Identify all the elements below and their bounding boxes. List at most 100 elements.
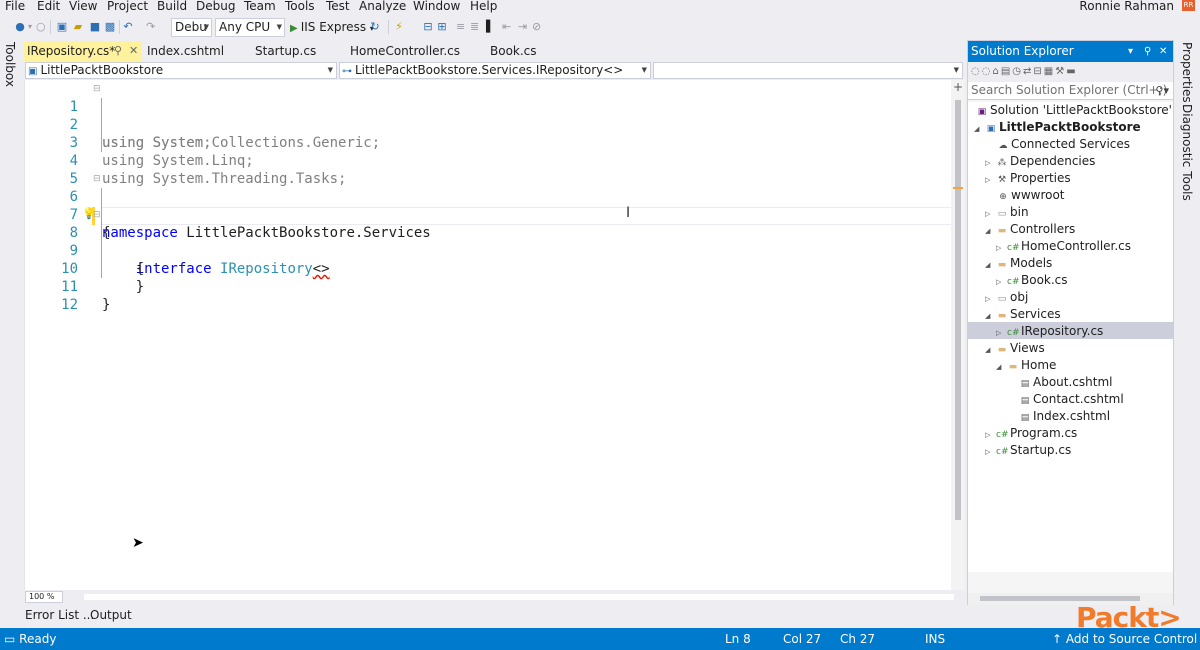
bookmark-next-icon[interactable]: ⇥	[518, 19, 527, 35]
bookmark-prev-icon[interactable]: ⇤	[502, 19, 511, 35]
platform-dropdown[interactable]: Any CPU ▼	[215, 18, 285, 37]
menu-team[interactable]: Team	[244, 0, 276, 13]
tree-node-irepository[interactable]: ▷ c# IRepository.cs	[996, 323, 1103, 340]
menu-file[interactable]: File	[5, 0, 25, 13]
undo-icon[interactable]: ↶	[122, 19, 134, 35]
outdent-icon[interactable]: ≣	[470, 19, 479, 35]
scrollbar-thumb[interactable]	[955, 100, 961, 520]
avatar[interactable]: RR	[1182, 0, 1195, 11]
browser-link-icon[interactable]: ⚡	[393, 19, 405, 35]
expanded-arrow-icon[interactable]: ◢	[985, 342, 996, 359]
tree-node-dependencies[interactable]: ▷ ⁂ Dependencies	[985, 153, 1095, 170]
tree-node-solution[interactable]: ▣Solution 'LittlePacktBookstore' (1 pr	[976, 102, 1173, 119]
tree-node-index[interactable]: ▤ Index.cshtml	[1019, 408, 1110, 425]
save-icon[interactable]: ■	[89, 19, 101, 35]
collapse-icon[interactable]: ⊟	[93, 170, 101, 188]
tab-error-list[interactable]: Error List ...	[25, 608, 94, 622]
forward-icon[interactable]: ◌	[982, 66, 993, 77]
tree-node-book[interactable]: ▷ c# Book.cs	[996, 272, 1068, 289]
back-icon[interactable]: ●	[14, 19, 26, 35]
tree-node-properties[interactable]: ▷ ⚒ Properties	[985, 170, 1071, 187]
menu-debug[interactable]: Debug	[196, 0, 235, 13]
expanded-arrow-icon[interactable]: ◢	[985, 308, 996, 325]
tree-node-home[interactable]: ◢ ▬ Home	[996, 357, 1056, 374]
home-icon[interactable]: ⌂	[992, 66, 1000, 77]
collapse-icon[interactable]: ⊟	[93, 80, 101, 98]
properties-wrench-icon[interactable]: ⚒	[1055, 66, 1066, 77]
bookmark-clear-icon[interactable]: ⊘	[532, 19, 541, 35]
code-editor[interactable]: 💡 1 ⊟ using System; 2 using System.Colle…	[24, 80, 965, 590]
tree-node-connected-services[interactable]: ☁ Connected Services	[997, 136, 1131, 153]
collapsed-arrow-icon[interactable]: ▷	[985, 444, 996, 461]
expanded-arrow-icon[interactable]: ◢	[974, 121, 985, 138]
collapse-icon[interactable]: ⊟	[93, 206, 101, 224]
tree-node-controllers[interactable]: ◢ ▬ Controllers	[985, 221, 1075, 238]
indent-icon[interactable]: ≡	[456, 19, 465, 35]
preview-icon[interactable]: ▬	[1066, 66, 1077, 77]
tree-node-program[interactable]: ▷ c# Program.cs	[985, 425, 1077, 442]
pin-icon[interactable]: ⚲	[114, 41, 122, 61]
menu-view[interactable]: View	[69, 0, 97, 13]
menu-edit[interactable]: Edit	[37, 0, 60, 13]
menu-tools[interactable]: Tools	[285, 0, 315, 13]
user-name[interactable]: Ronnie Rahman	[1079, 0, 1174, 13]
find-icon[interactable]: ⊟	[422, 19, 434, 35]
search-icon[interactable]: ⚲▾	[1155, 82, 1169, 99]
menu-analyze[interactable]: Analyze	[359, 0, 406, 13]
type-dropdown[interactable]: ⊶ LittlePacktBookstore.Services.IReposito…	[339, 62, 651, 79]
toolbox-tab[interactable]: Toolbox	[3, 42, 17, 87]
expanded-arrow-icon[interactable]: ◢	[985, 257, 996, 274]
zoom-dropdown[interactable]: 100 % ▼	[25, 591, 63, 611]
pending-changes-icon[interactable]: ◷	[1012, 66, 1023, 77]
align-icon[interactable]: ⊞	[436, 19, 448, 35]
tab-irepository[interactable]: IRepository.cs* ⚲ ✕	[24, 41, 142, 61]
collapse-all-icon[interactable]: ⊟	[1033, 66, 1043, 77]
tab-index-cshtml[interactable]: Index.cshtml	[144, 41, 249, 61]
redo-icon[interactable]: ↷	[146, 19, 155, 35]
tree-node-bin[interactable]: ▷ ▭ bin	[985, 204, 1029, 221]
expanded-arrow-icon[interactable]: ◢	[985, 223, 996, 240]
bookmark-icon[interactable]: ▌	[486, 19, 494, 35]
show-all-files-icon[interactable]: ▦	[1044, 66, 1055, 77]
member-dropdown[interactable]: ▼	[653, 62, 963, 79]
close-icon[interactable]: ✕	[129, 41, 138, 61]
add-to-source-control-button[interactable]: ↑ Add to Source Control ▴	[1052, 632, 1200, 646]
menu-build[interactable]: Build	[157, 0, 187, 13]
tree-node-wwwroot[interactable]: ⊕ wwwroot	[997, 187, 1064, 204]
forward-icon[interactable]: ○	[36, 19, 46, 35]
menu-test[interactable]: Test	[326, 0, 350, 13]
close-icon[interactable]: ✕	[1159, 41, 1167, 62]
tree-node-models[interactable]: ◢ ▬ Models	[985, 255, 1052, 272]
new-project-icon[interactable]: ▣	[56, 19, 68, 35]
tree-node-project[interactable]: ◢ ▣ LittlePacktBookstore	[974, 119, 1141, 136]
tree-node-services[interactable]: ◢ ▬ Services	[985, 306, 1061, 323]
tree-node-startup[interactable]: ▷ c# Startup.cs	[985, 442, 1071, 459]
tab-output[interactable]: Output	[90, 608, 132, 622]
save-all-icon[interactable]: ▩	[104, 19, 116, 35]
configuration-dropdown[interactable]: Debu ▼	[171, 18, 212, 37]
editor-vertical-scrollbar[interactable]: +	[951, 80, 965, 590]
sync-icon[interactable]: ⇄	[1023, 66, 1033, 77]
solution-explorer-search[interactable]: Search Solution Explorer (Ctrl+;) ⚲▾	[968, 82, 1173, 100]
expanded-arrow-icon[interactable]: ◢	[996, 359, 1007, 376]
properties-tab[interactable]: Properties	[1180, 42, 1194, 103]
collapsed-arrow-icon[interactable]: ▷	[985, 172, 996, 189]
tab-homecontroller[interactable]: HomeController.cs	[347, 41, 482, 61]
refresh-icon[interactable]: ↻	[369, 19, 381, 35]
open-icon[interactable]: ▰	[72, 19, 84, 35]
menu-project[interactable]: Project	[107, 0, 148, 13]
menu-window[interactable]: Window	[413, 0, 460, 13]
tree-node-views[interactable]: ◢ ▬ Views	[985, 340, 1045, 357]
split-icon[interactable]: +	[953, 80, 963, 94]
run-button[interactable]: ▶ IIS Express ▾	[290, 18, 374, 37]
tree-node-contact[interactable]: ▤ Contact.cshtml	[1019, 391, 1124, 408]
tab-startup[interactable]: Startup.cs	[252, 41, 342, 61]
window-menu-icon[interactable]: ▾	[1128, 41, 1133, 62]
switch-views-icon[interactable]: ▤	[1001, 66, 1012, 77]
tree-node-homecontroller[interactable]: ▷ c# HomeController.cs	[996, 238, 1131, 255]
diagnostic-tools-tab[interactable]: Diagnostic Tools	[1180, 104, 1194, 201]
back-icon[interactable]: ◌	[971, 66, 982, 77]
menu-help[interactable]: Help	[470, 0, 497, 13]
project-dropdown[interactable]: ▣ LittlePacktBookstore ▼	[25, 62, 337, 79]
dropdown-arrow-icon[interactable]: ▾	[28, 19, 32, 35]
